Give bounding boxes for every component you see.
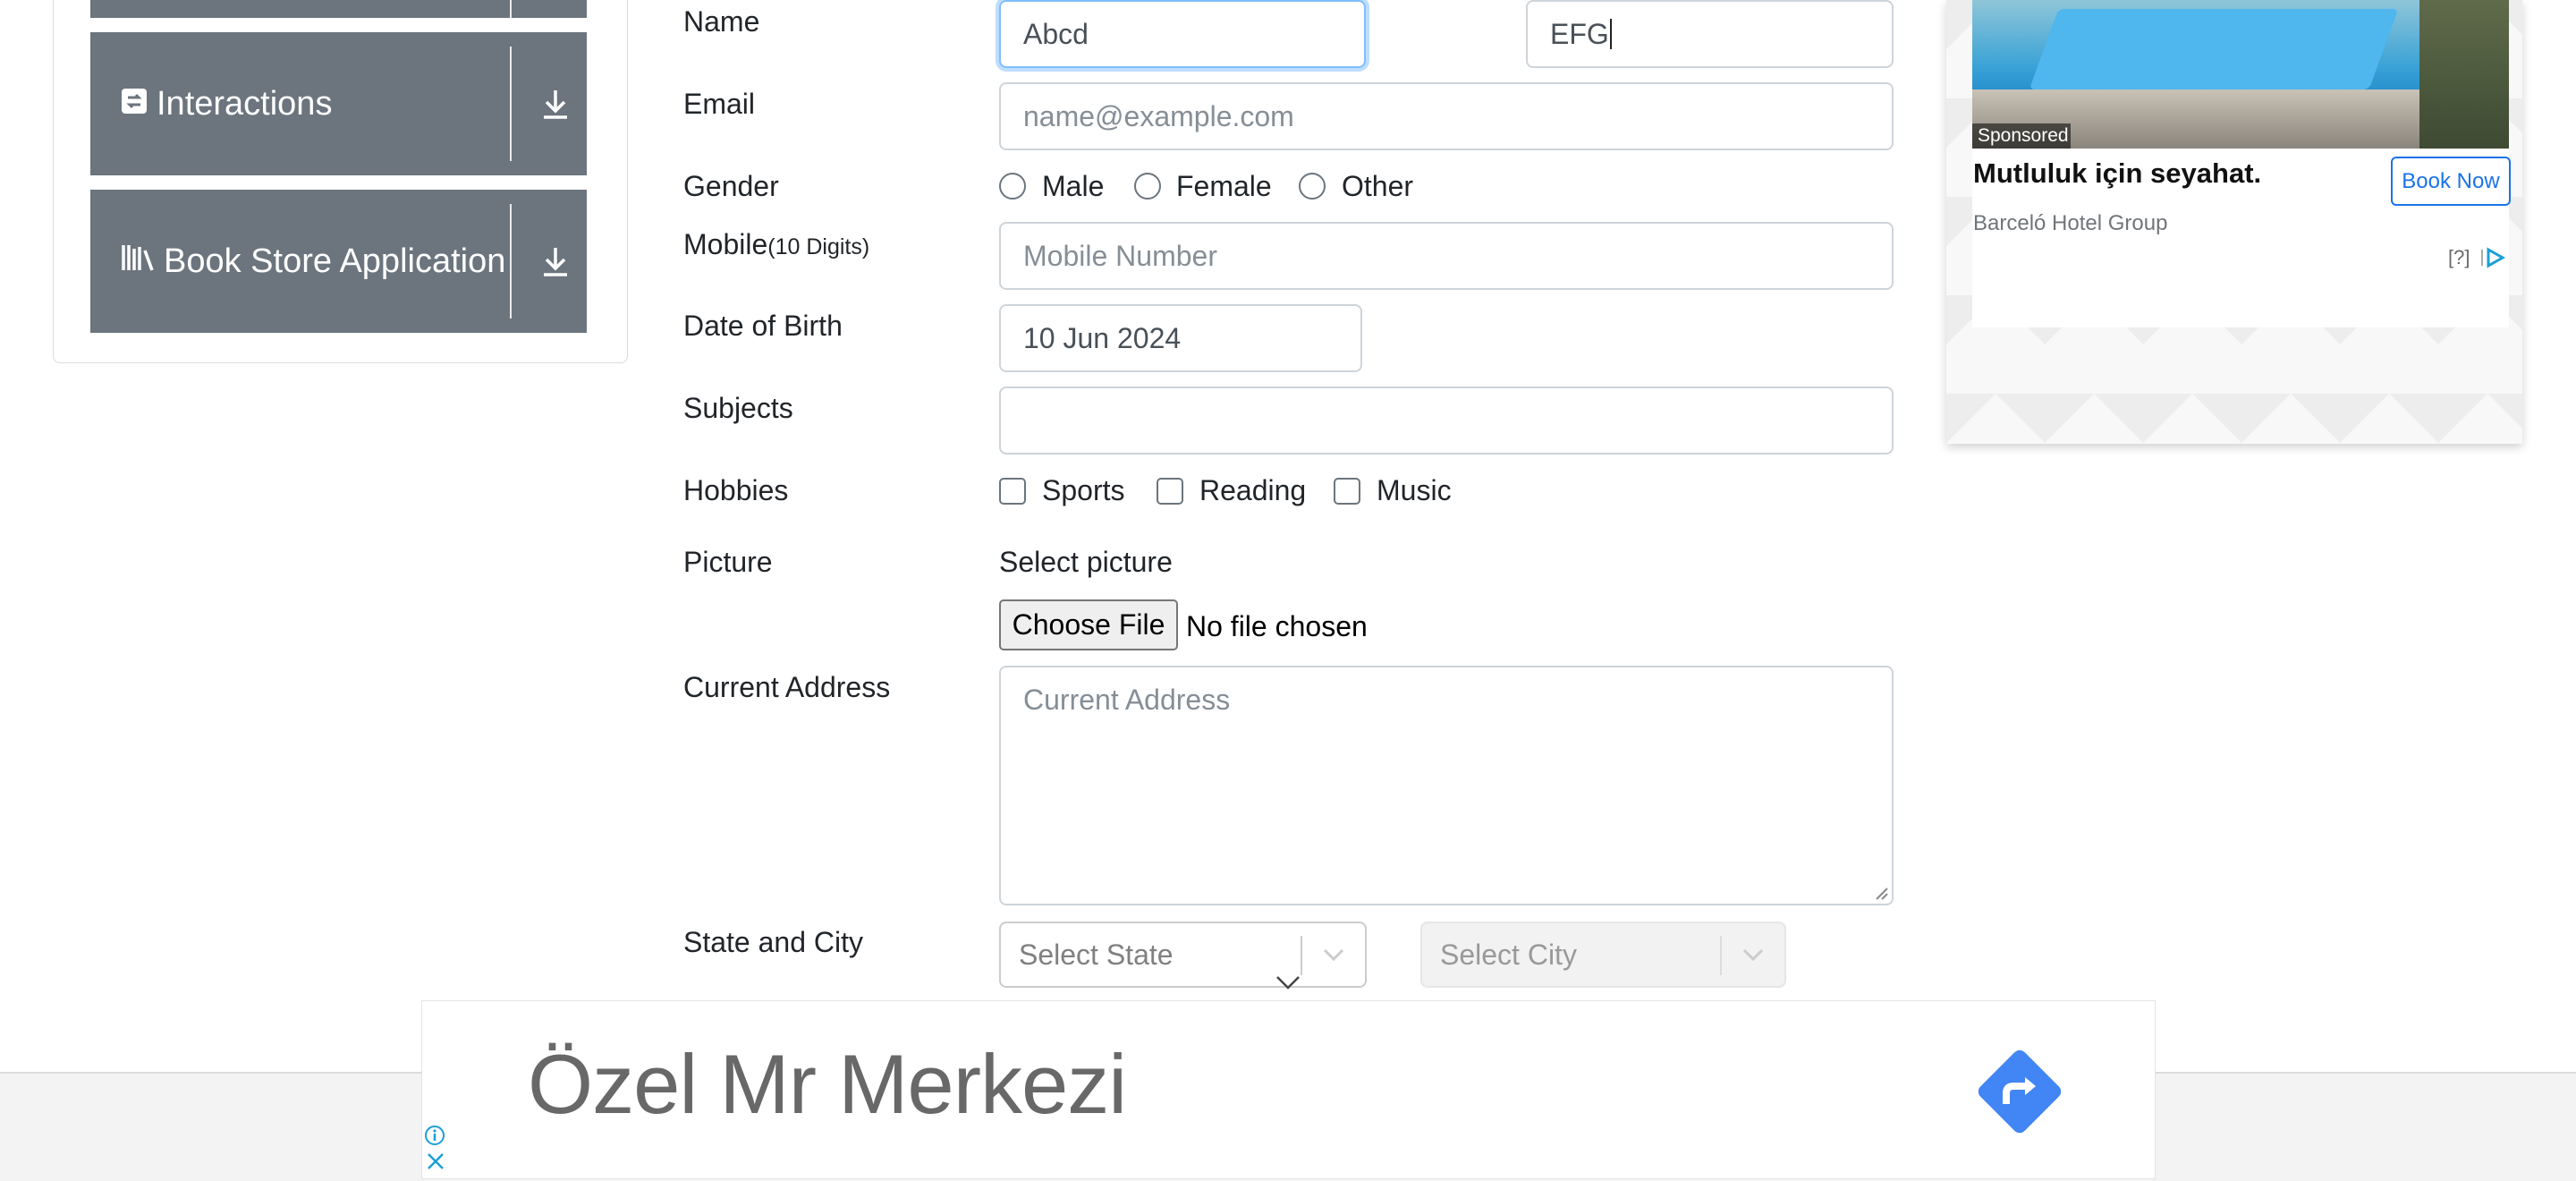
sidebar-item-label: Book Store Application (164, 242, 506, 280)
dob-input[interactable]: 10 Jun 2024 (999, 304, 1362, 372)
file-status: No file chosen (1186, 610, 1368, 642)
dob-label: Date of Birth (683, 310, 843, 342)
sidebar-item-label: Interactions (157, 84, 333, 123)
hobby-sports-checkbox[interactable] (999, 478, 1026, 505)
sidebar-item-book-store[interactable]: Book Store Application (90, 190, 587, 333)
ad-info-link[interactable]: [?] (2448, 246, 2470, 269)
hobby-reading-label[interactable]: Reading (1199, 474, 1306, 507)
divider (510, 204, 512, 319)
state-select[interactable]: Select State (999, 922, 1367, 988)
divider (510, 47, 512, 161)
ad-title[interactable]: Mutluluk için seyahat. (1973, 157, 2261, 190)
picture-label: Picture (683, 546, 773, 578)
address-label: Current Address (683, 671, 891, 703)
current-address-textarea[interactable]: Current Address (999, 666, 1894, 905)
email-input[interactable]: name@example.com (999, 82, 1894, 150)
last-name-input[interactable]: EFG (1526, 0, 1894, 68)
directions-icon[interactable] (1975, 1047, 2064, 1136)
select-picture-label: Select picture (999, 546, 1173, 578)
book-now-button[interactable]: Book Now (2391, 157, 2511, 206)
email-label: Email (683, 88, 756, 120)
gender-other-radio[interactable] (1299, 173, 1326, 200)
gender-female-label[interactable]: Female (1176, 170, 1272, 203)
adchoices-icon[interactable] (2479, 247, 2506, 273)
close-icon[interactable] (426, 1151, 445, 1176)
resize-handle-icon[interactable] (1872, 884, 1888, 900)
sponsored-badge: Sponsored (1972, 123, 2071, 149)
interactions-icon (121, 85, 148, 123)
ad-banner-text[interactable]: Özel Mr Merkezi (528, 1036, 1127, 1133)
hobby-reading-checkbox[interactable] (1157, 478, 1183, 505)
gender-label: Gender (683, 170, 779, 202)
subjects-label: Subjects (683, 392, 793, 424)
gender-female-radio[interactable] (1134, 173, 1161, 200)
hobby-music-label[interactable]: Music (1377, 474, 1452, 507)
sidebar-item-interactions[interactable]: Interactions (90, 32, 587, 175)
hobby-sports-label[interactable]: Sports (1042, 474, 1124, 507)
mobile-hint: (10 Digits) (767, 234, 870, 259)
gender-other-label[interactable]: Other (1342, 170, 1413, 203)
books-icon (121, 242, 155, 281)
sidebar-item-partial[interactable] (90, 0, 587, 18)
ad-info-icon[interactable] (423, 1124, 446, 1151)
gender-male-label[interactable]: Male (1042, 170, 1104, 203)
subjects-input[interactable] (999, 387, 1894, 455)
mobile-input[interactable]: Mobile Number (999, 222, 1894, 290)
hobby-music-checkbox[interactable] (1334, 478, 1360, 505)
state-city-label: State and City (683, 926, 863, 958)
choose-file-button[interactable]: Choose File (999, 599, 1178, 650)
chevron-down-icon (1302, 923, 1365, 986)
download-icon[interactable] (533, 32, 578, 175)
download-icon[interactable] (533, 190, 578, 333)
first-name-input[interactable]: Abcd (999, 0, 1366, 68)
chevron-down-icon (1722, 923, 1784, 986)
mobile-label: Mobile(10 Digits) (683, 228, 870, 260)
city-select[interactable]: Select City (1420, 922, 1786, 988)
chevron-down-icon (1275, 975, 1301, 994)
hobbies-label: Hobbies (683, 474, 789, 506)
gender-male-radio[interactable] (999, 173, 1026, 200)
name-label: Name (683, 5, 760, 38)
ad-advertiser[interactable]: Barceló Hotel Group (1973, 211, 2167, 236)
